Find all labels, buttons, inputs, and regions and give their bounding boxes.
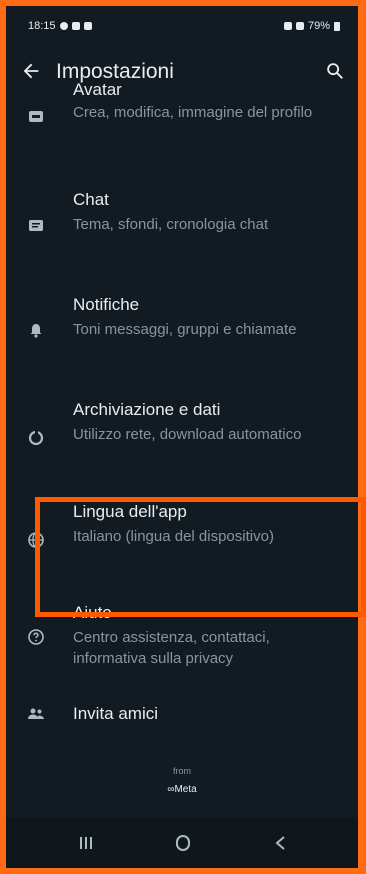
settings-item-title: Invita amici (73, 704, 159, 723)
notification-icon (83, 22, 92, 30)
people-icon (28, 708, 44, 719)
notification-icon (71, 22, 80, 30)
status-time: 18:15 (28, 20, 56, 32)
settings-item-title: Notifiche (73, 295, 140, 314)
notification-icon (59, 22, 68, 30)
settings-item-notifications[interactable]: Notifiche Toni messaggi, gruppi e chiama… (6, 295, 358, 375)
settings-item-chat[interactable]: Chat Tema, sfondi, cronologia chat (6, 190, 358, 270)
settings-item-title: Archiviazione e dati (73, 400, 221, 419)
settings-item-subtitle: Tema, sfondi, cronologia chat (73, 216, 269, 233)
battery-percent: 79% (307, 20, 330, 32)
avatar-icon (29, 111, 43, 122)
data-usage-icon (28, 430, 44, 446)
nav-back-icon[interactable] (266, 832, 296, 854)
settings-item-subtitle: Crea, modifica, immagine del profilo (73, 104, 313, 121)
system-nav-bar (6, 818, 358, 868)
signal-icon (295, 22, 304, 30)
settings-item-invite[interactable]: Invita amici (6, 704, 358, 744)
settings-item-title: Avatar (73, 80, 122, 99)
settings-item-title: Chat (73, 190, 109, 209)
bell-icon (30, 324, 42, 338)
app-screen: 18:15 79% Impostazioni Avatar Crea, modi… (6, 6, 358, 868)
meta-logo: ∞Meta (167, 784, 197, 795)
wifi-icon (283, 22, 292, 30)
chat-icon (29, 220, 43, 231)
highlight-box (35, 497, 366, 617)
settings-item-avatar[interactable]: Avatar Crea, modifica, immagine del prof… (6, 80, 358, 160)
settings-item-subtitle: Centro assistenza, contattaci, informati… (73, 629, 270, 667)
settings-item-subtitle: Utilizzo rete, download automatico (73, 426, 302, 443)
settings-item-subtitle: Toni messaggi, gruppi e chiamate (73, 321, 297, 338)
home-icon[interactable] (168, 832, 198, 854)
settings-item-storage[interactable]: Archiviazione e dati Utilizzo rete, down… (6, 400, 358, 480)
back-arrow-icon[interactable] (20, 60, 42, 82)
search-icon[interactable] (324, 60, 346, 82)
help-icon (28, 629, 44, 645)
status-bar: 18:15 79% (6, 6, 358, 46)
battery-icon (334, 21, 340, 31)
footer-from-label: from (173, 766, 191, 776)
recent-apps-icon[interactable] (71, 832, 101, 854)
